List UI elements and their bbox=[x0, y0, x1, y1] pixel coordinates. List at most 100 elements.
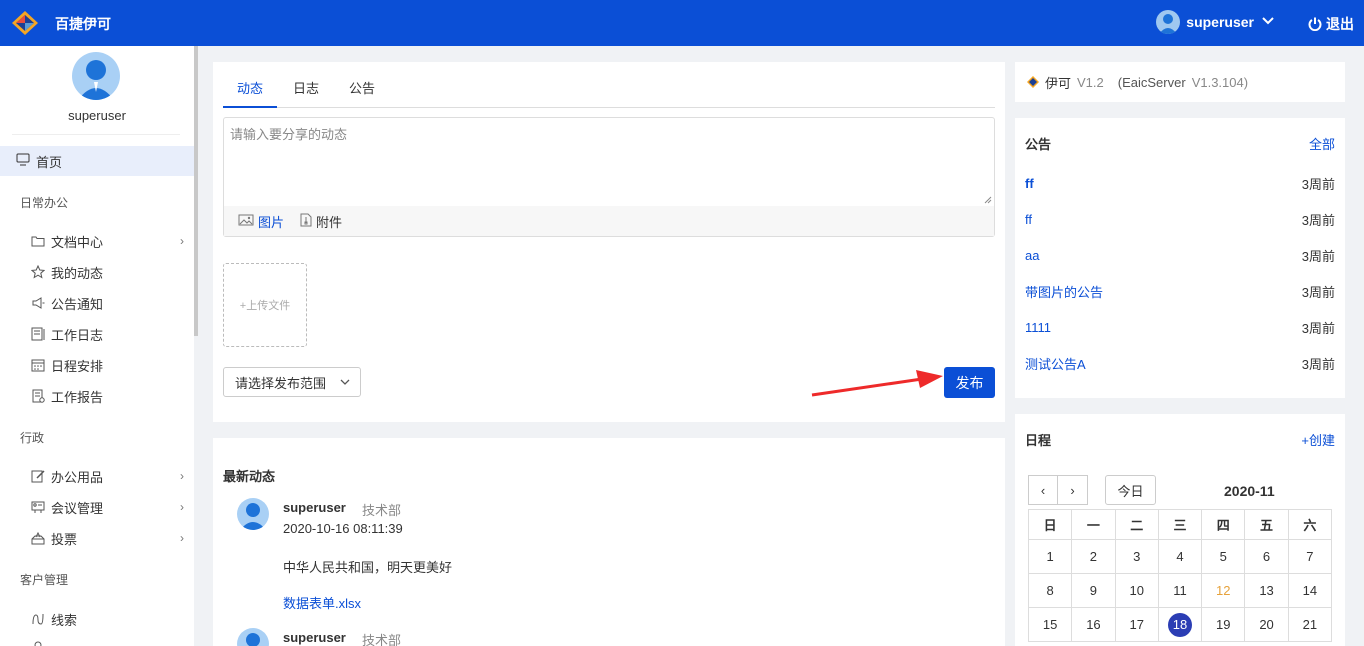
vote-icon bbox=[30, 530, 46, 546]
sidebar-item-work-log[interactable]: 工作日志 bbox=[30, 323, 190, 345]
notice-item[interactable]: 1111 3周前 bbox=[1025, 317, 1335, 337]
notice-item[interactable]: 测试公告A 3周前 bbox=[1025, 353, 1335, 373]
compose-box: 图片 附件 bbox=[223, 117, 995, 237]
sidebar-scrollbar[interactable] bbox=[194, 46, 198, 336]
post-author[interactable]: superuser bbox=[283, 630, 346, 645]
book-icon bbox=[30, 326, 46, 342]
sidebar-item-meetings[interactable]: 会议管理 › bbox=[30, 496, 190, 518]
calendar-day[interactable]: 4 bbox=[1157, 539, 1203, 574]
section-office: 日常办公 bbox=[20, 196, 69, 210]
post-file-link[interactable]: 数据表单.xlsx bbox=[283, 593, 361, 612]
post-dept: 技术部 bbox=[362, 503, 402, 518]
notice-title: 测试公告A bbox=[1025, 356, 1086, 372]
chevron-down-icon bbox=[340, 377, 350, 388]
logout-button[interactable]: 退出 bbox=[1308, 14, 1354, 34]
calendar-day[interactable]: 16 bbox=[1071, 607, 1116, 642]
sidebar-item-reports[interactable]: 工作报告 bbox=[30, 385, 190, 407]
resize-handle-icon[interactable] bbox=[984, 196, 992, 204]
post-input[interactable] bbox=[224, 118, 994, 206]
sidebar-item-schedule[interactable]: 日程安排 bbox=[30, 354, 190, 376]
sidebar-item-docs[interactable]: 文档中心 › bbox=[30, 230, 190, 252]
avatar[interactable] bbox=[237, 498, 269, 530]
notice-time: 3周前 bbox=[1301, 320, 1335, 336]
sidebar-item-notices[interactable]: 公告通知 bbox=[30, 292, 190, 314]
post-author[interactable]: superuser bbox=[283, 500, 346, 515]
calendar-day[interactable]: 17 bbox=[1114, 607, 1159, 642]
sidebar-item-vote[interactable]: 投票 › bbox=[30, 527, 190, 549]
sidebar-item-label: 日程安排 bbox=[51, 358, 104, 374]
notice-item[interactable]: 带图片的公告 3周前 bbox=[1025, 281, 1335, 301]
tab-notices[interactable]: 公告 bbox=[335, 78, 389, 108]
logout-label: 退出 bbox=[1326, 16, 1354, 32]
today-marker: 18 bbox=[1167, 612, 1192, 637]
user-icon bbox=[30, 639, 46, 646]
calendar-day[interactable]: 15 bbox=[1027, 607, 1073, 642]
notice-title: 带图片的公告 bbox=[1025, 284, 1104, 300]
sidebar-item-supplies[interactable]: 办公用品 › bbox=[30, 465, 190, 487]
monitor-icon bbox=[16, 153, 30, 169]
calendar-day[interactable]: 12 bbox=[1201, 573, 1246, 608]
next-month-button[interactable]: › bbox=[1058, 475, 1088, 505]
tab-posts[interactable]: 动态 bbox=[223, 78, 278, 108]
version-name: 伊可 bbox=[1045, 75, 1072, 91]
clue-icon bbox=[30, 611, 46, 627]
notice-item[interactable]: ff 3周前 bbox=[1025, 209, 1335, 229]
post-time: 2020-10-16 08:11:39 bbox=[283, 521, 403, 536]
edit-icon bbox=[30, 468, 46, 484]
calendar-day[interactable]: 13 bbox=[1244, 573, 1289, 608]
calendar-day[interactable]: 1 bbox=[1027, 539, 1073, 574]
sidebar-item-label: 工作报告 bbox=[51, 389, 104, 405]
calendar-day[interactable]: 8 bbox=[1027, 573, 1073, 608]
notice-title: aa bbox=[1025, 247, 1040, 263]
publish-scope-select[interactable]: 请选择发布范围 bbox=[223, 367, 361, 397]
chevron-right-icon: › bbox=[180, 469, 184, 483]
schedule-title: 日程 bbox=[1025, 433, 1052, 448]
tab-logs[interactable]: 日志 bbox=[279, 78, 333, 108]
sidebar-item-label: 公告通知 bbox=[51, 296, 104, 312]
attach-label: 附件 bbox=[316, 214, 343, 230]
user-menu[interactable]: superuser bbox=[1156, 10, 1274, 34]
calendar-day[interactable]: 5 bbox=[1201, 539, 1246, 574]
image-button[interactable]: 图片 bbox=[238, 212, 284, 231]
create-schedule-button[interactable]: +创建 bbox=[1301, 430, 1335, 449]
attach-button[interactable]: 附件 bbox=[300, 212, 342, 231]
calendar-day[interactable]: 20 bbox=[1244, 607, 1289, 642]
publish-button[interactable]: 发布 bbox=[944, 367, 995, 398]
weekday-header: 日 bbox=[1027, 509, 1073, 540]
divider bbox=[12, 134, 180, 135]
sidebar-item-clues[interactable]: 线索 bbox=[30, 608, 190, 630]
weekday-header: 一 bbox=[1071, 509, 1116, 540]
prev-month-button[interactable]: ‹ bbox=[1028, 475, 1058, 505]
sidebar-item-customers[interactable]: … bbox=[30, 636, 190, 646]
calendar-day[interactable]: 7 bbox=[1287, 539, 1333, 574]
notice-item[interactable]: ff 3周前 bbox=[1025, 173, 1335, 193]
version-panel: 伊可 V1.2 (EaicServer V1.3.104) bbox=[1015, 62, 1345, 102]
sidebar-avatar[interactable] bbox=[72, 52, 120, 100]
calendar-week: 15 16 17 18 19 20 21 bbox=[1027, 607, 1333, 642]
notice-title: 1111 bbox=[1025, 319, 1052, 335]
avatar[interactable] bbox=[237, 628, 269, 646]
calendar-day[interactable]: 6 bbox=[1244, 539, 1289, 574]
calendar-day[interactable]: 14 bbox=[1287, 573, 1333, 608]
calendar-day[interactable]: 11 bbox=[1157, 573, 1203, 608]
chevron-right-icon: › bbox=[180, 531, 184, 545]
meeting-icon bbox=[30, 499, 46, 515]
calendar-day[interactable]: 9 bbox=[1071, 573, 1116, 608]
section-admin: 行政 bbox=[20, 431, 45, 445]
calendar-day[interactable]: 10 bbox=[1114, 573, 1159, 608]
calendar-day[interactable]: 19 bbox=[1201, 607, 1246, 642]
sidebar-item-label: 线索 bbox=[51, 612, 78, 628]
feed-title: 最新动态 bbox=[223, 469, 276, 484]
notice-item[interactable]: aa 3周前 bbox=[1025, 245, 1335, 265]
notices-all-link[interactable]: 全部 bbox=[1309, 134, 1335, 153]
calendar-day[interactable]: 2 bbox=[1071, 539, 1116, 574]
sidebar-item-home[interactable]: 首页 bbox=[0, 146, 194, 176]
calendar-day[interactable]: 3 bbox=[1114, 539, 1159, 574]
upload-file-button[interactable]: +上传文件 bbox=[223, 263, 307, 347]
app-logo-icon bbox=[1027, 76, 1039, 88]
calendar-day[interactable]: 21 bbox=[1287, 607, 1333, 642]
sidebar-item-my-posts[interactable]: 我的动态 bbox=[30, 261, 190, 283]
weekday-header: 二 bbox=[1114, 509, 1159, 540]
calendar-day[interactable]: 18 bbox=[1157, 607, 1203, 642]
today-button[interactable]: 今日 bbox=[1105, 475, 1156, 505]
